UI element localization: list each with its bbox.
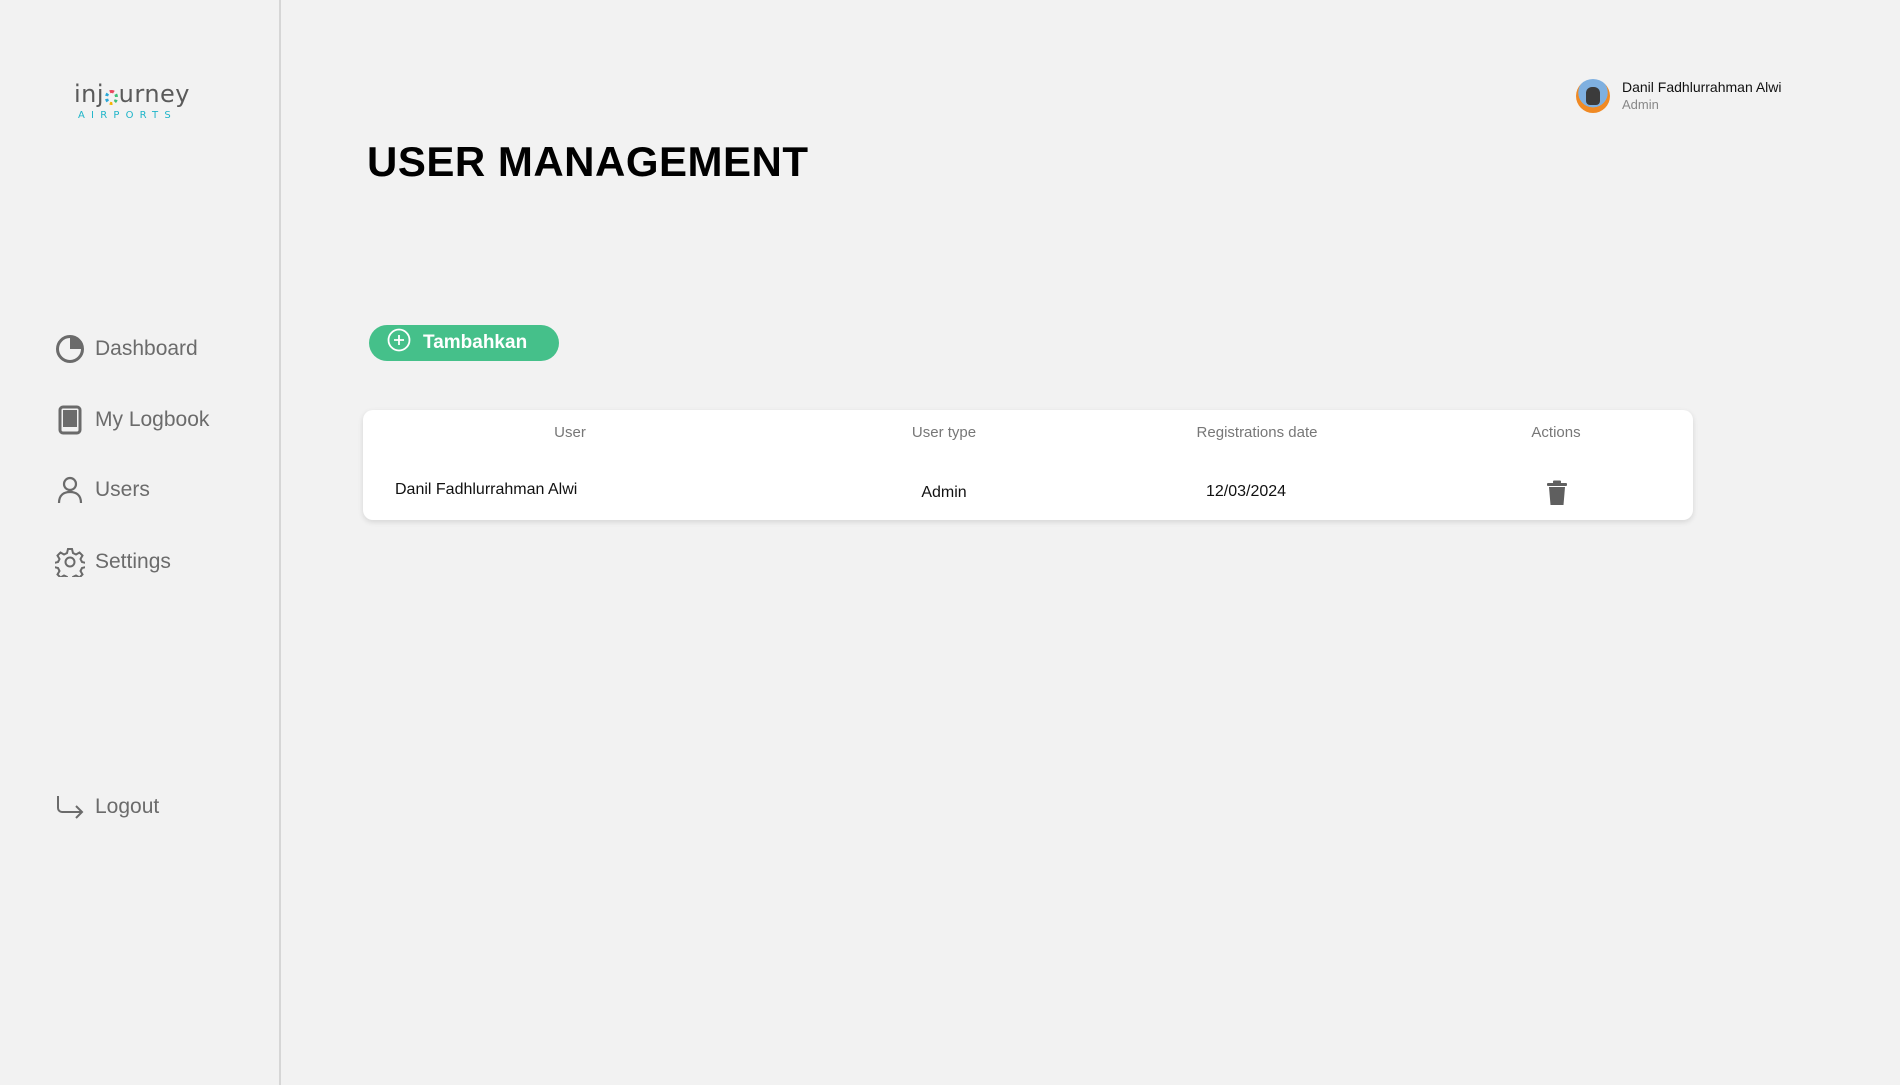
sidebar-item-label: My Logbook	[95, 408, 210, 431]
sidebar: inj urney AIRPORTS Dashboard My Logbook	[0, 0, 281, 1085]
users-table: User User type Registrations date Action…	[363, 410, 1693, 520]
plus-circle-icon	[387, 328, 411, 358]
profile-role: Admin	[1622, 97, 1659, 112]
column-header-actions: Actions	[1531, 424, 1581, 441]
column-header-user: User	[554, 424, 586, 441]
sidebar-item-label: Users	[95, 478, 150, 501]
sidebar-item-dashboard[interactable]: Dashboard	[55, 332, 198, 366]
sidebar-item-users[interactable]: Users	[55, 473, 150, 507]
page-title: USER MANAGEMENT	[367, 138, 809, 185]
cell-registration-date: 12/03/2024	[1206, 483, 1287, 500]
logout-button[interactable]: Logout	[55, 790, 159, 824]
logo-ring-icon	[105, 90, 118, 105]
sidebar-item-my-logbook[interactable]: My Logbook	[55, 403, 209, 437]
brand-logo: inj urney AIRPORTS	[74, 82, 190, 121]
sidebar-item-settings[interactable]: Settings	[55, 545, 171, 579]
gear-icon	[55, 547, 85, 577]
logo-subtitle: AIRPORTS	[78, 110, 177, 121]
logo-wordmark: inj urney	[74, 82, 190, 106]
avatar	[1576, 79, 1610, 113]
logout-label: Logout	[95, 795, 160, 818]
column-header-registration-date: Registrations date	[1196, 424, 1318, 441]
cell-user: Danil Fadhlurrahman Alwi	[395, 481, 578, 498]
logo-text-end: urney	[118, 80, 190, 108]
column-header-user-type: User type	[911, 424, 977, 441]
trash-icon[interactable]	[1545, 480, 1569, 506]
logout-arrow-icon	[55, 792, 85, 822]
add-user-button[interactable]: Tambahkan	[369, 325, 559, 361]
cell-user-type: Admin	[921, 484, 967, 501]
profile-name: Danil Fadhlurrahman Alwi	[1622, 79, 1782, 95]
logo-text-start: inj	[74, 80, 105, 108]
book-icon	[55, 405, 85, 435]
user-icon	[55, 475, 85, 505]
sidebar-item-label: Dashboard	[95, 337, 198, 360]
profile-text: Danil Fadhlurrahman Alwi Admin	[1622, 78, 1782, 114]
pie-chart-icon	[55, 334, 85, 364]
user-profile[interactable]: Danil Fadhlurrahman Alwi Admin	[1576, 78, 1782, 114]
add-button-label: Tambahkan	[423, 332, 528, 353]
sidebar-item-label: Settings	[95, 550, 171, 573]
